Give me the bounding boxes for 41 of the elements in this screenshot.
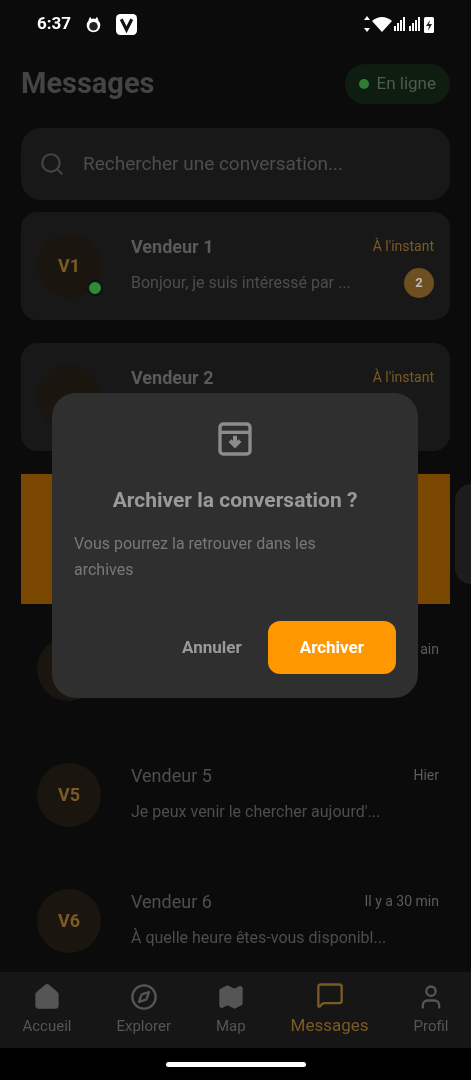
nav-tab[interactable]: Messages <box>290 981 369 1039</box>
nav-tab[interactable]: Explorer <box>116 982 171 1038</box>
message-time: À l'instant <box>372 367 434 387</box>
status-time: 6:37 <box>37 12 72 36</box>
dialog-message: Vous pourrez la retrouver dans les archives <box>74 532 317 581</box>
contact-name: Vendeur 1 <box>131 235 214 259</box>
avatar: V5 <box>37 762 101 827</box>
wifi-icon <box>372 16 392 32</box>
nav-tab[interactable]: Map <box>215 982 246 1038</box>
conversation-row[interactable]: V5 Vendeur 5 Hier Je peux venir le chercher aujourd'... <box>21 731 450 858</box>
search-icon <box>39 150 65 177</box>
message-preview: Je peux venir le chercher aujourd'... <box>131 801 381 823</box>
chat-icon <box>315 981 344 1010</box>
signal-icon <box>394 17 407 31</box>
home-icon <box>32 982 61 1011</box>
nav-tab[interactable]: Accueil <box>22 982 72 1038</box>
signal-icon <box>409 17 422 31</box>
page-title: Messages <box>21 65 155 102</box>
message-time: Hier <box>413 766 439 785</box>
avatar: V1 <box>37 233 101 298</box>
conversation-row[interactable]: V6 Vendeur 6 Il y a 30 min À quelle heure êtes-vous disponibl... <box>21 857 450 972</box>
cancel-button[interactable]: Annuler <box>182 634 242 661</box>
archive-button[interactable]: Archiver <box>267 621 396 674</box>
message-time: À l'instant <box>372 236 434 256</box>
nav-tab[interactable]: Profil <box>413 982 449 1038</box>
avatar: V6 <box>37 888 101 953</box>
message-preview: À quelle heure êtes-vous disponibl... <box>131 927 387 949</box>
message-time: ain <box>420 640 439 659</box>
compass-icon <box>129 982 158 1011</box>
unread-count: 2 <box>404 268 434 298</box>
dialog-title: Archiver la conversation ? <box>111 487 359 514</box>
contact-name: Vendeur 5 <box>131 764 212 788</box>
cat-icon <box>85 15 103 33</box>
contact-name: Vendeur 6 <box>131 890 212 914</box>
status-pill: En ligne <box>344 63 450 104</box>
app-icon <box>116 13 138 35</box>
data-arrows-icon <box>364 16 370 32</box>
contact-name: Vendeur 2 <box>131 366 214 390</box>
message-time: Il y a 30 min <box>364 892 439 911</box>
archive-icon <box>215 419 255 459</box>
battery-icon <box>424 15 434 33</box>
